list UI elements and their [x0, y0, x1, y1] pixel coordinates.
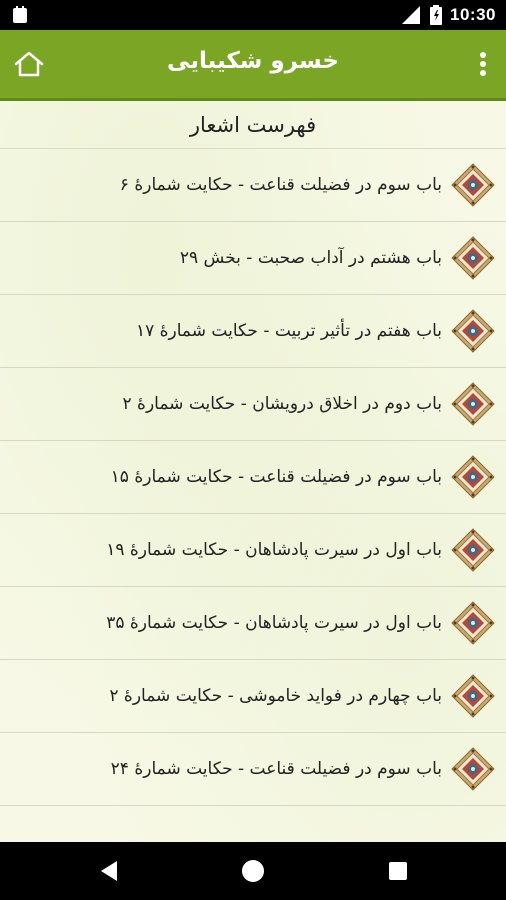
list-item[interactable]: باب دوم در اخلاق درویشان - حکایت شمارهٔ … — [0, 368, 506, 441]
list-header: فهرست اشعار — [0, 101, 506, 149]
ornament-icon — [451, 528, 495, 572]
list-item[interactable]: باب اول در سیرت پادشاهان - حکایت شمارهٔ … — [0, 587, 506, 660]
list-item-label: باب سوم در فضیلت قناعت - حکایت شمارهٔ ۱۵ — [110, 467, 442, 487]
list-item-label: باب سوم در فضیلت قناعت - حکایت شمارهٔ ۶ — [119, 175, 442, 195]
notification-icon — [13, 6, 27, 23]
home-button[interactable] — [12, 48, 46, 80]
page-title: خسرو شکیبایی — [167, 48, 339, 74]
overflow-menu-button[interactable] — [474, 48, 492, 80]
ornament-icon — [451, 382, 495, 426]
ornament-icon — [451, 309, 495, 353]
signal-icon — [402, 6, 421, 24]
list-item-label: باب دوم در اخلاق درویشان - حکایت شمارهٔ … — [122, 394, 443, 414]
recents-icon — [389, 862, 407, 880]
recents-button[interactable] — [383, 856, 413, 886]
poem-list: باب سوم در فضیلت قناعت - حکایت شمارهٔ ۶ … — [0, 149, 506, 806]
more-vert-icon — [480, 52, 486, 76]
ornament-icon — [451, 236, 495, 280]
home-circle-icon — [242, 860, 264, 882]
list-item[interactable]: باب هفتم در تأثیر تربیت - حکایت شمارهٔ ۱… — [0, 295, 506, 368]
poem-list-view[interactable]: فهرست اشعار باب سوم در فضیلت قناعت - حکا… — [0, 101, 506, 842]
ornament-icon — [451, 455, 495, 499]
list-item-label: باب سوم در فضیلت قناعت - حکایت شمارهٔ ۲۴ — [110, 759, 442, 779]
status-bar: 10:30 — [0, 0, 506, 30]
ornament-icon — [451, 747, 495, 791]
home-nav-button[interactable] — [238, 856, 268, 886]
list-item-label: باب هشتم در آداب صحبت - بخش ۲۹ — [179, 248, 442, 268]
list-item[interactable]: باب هشتم در آداب صحبت - بخش ۲۹ — [0, 222, 506, 295]
ornament-icon — [451, 601, 495, 645]
ornament-icon — [451, 674, 495, 718]
navigation-bar — [0, 842, 506, 900]
list-item[interactable]: باب سوم در فضیلت قناعت - حکایت شمارهٔ ۱۵ — [0, 441, 506, 514]
back-button[interactable] — [94, 856, 124, 886]
battery-icon — [430, 5, 443, 25]
list-item-label: باب چهارم در فواید خاموشی - حکایت شمارهٔ… — [109, 686, 442, 706]
list-item-label: باب اول در سیرت پادشاهان - حکایت شمارهٔ … — [106, 613, 442, 633]
app-bar: خسرو شکیبایی — [0, 30, 506, 101]
list-item[interactable]: باب سوم در فضیلت قناعت - حکایت شمارهٔ ۶ — [0, 149, 506, 222]
list-item[interactable]: باب چهارم در فواید خاموشی - حکایت شمارهٔ… — [0, 660, 506, 733]
home-icon — [14, 51, 44, 77]
list-item[interactable]: باب اول در سیرت پادشاهان - حکایت شمارهٔ … — [0, 514, 506, 587]
list-item[interactable]: باب سوم در فضیلت قناعت - حکایت شمارهٔ ۲۴ — [0, 733, 506, 806]
status-time: 10:30 — [450, 5, 496, 24]
back-icon — [101, 861, 117, 881]
list-item-label: باب اول در سیرت پادشاهان - حکایت شمارهٔ … — [106, 540, 442, 560]
ornament-icon — [451, 163, 495, 207]
list-item-label: باب هفتم در تأثیر تربیت - حکایت شمارهٔ ۱… — [135, 321, 442, 341]
